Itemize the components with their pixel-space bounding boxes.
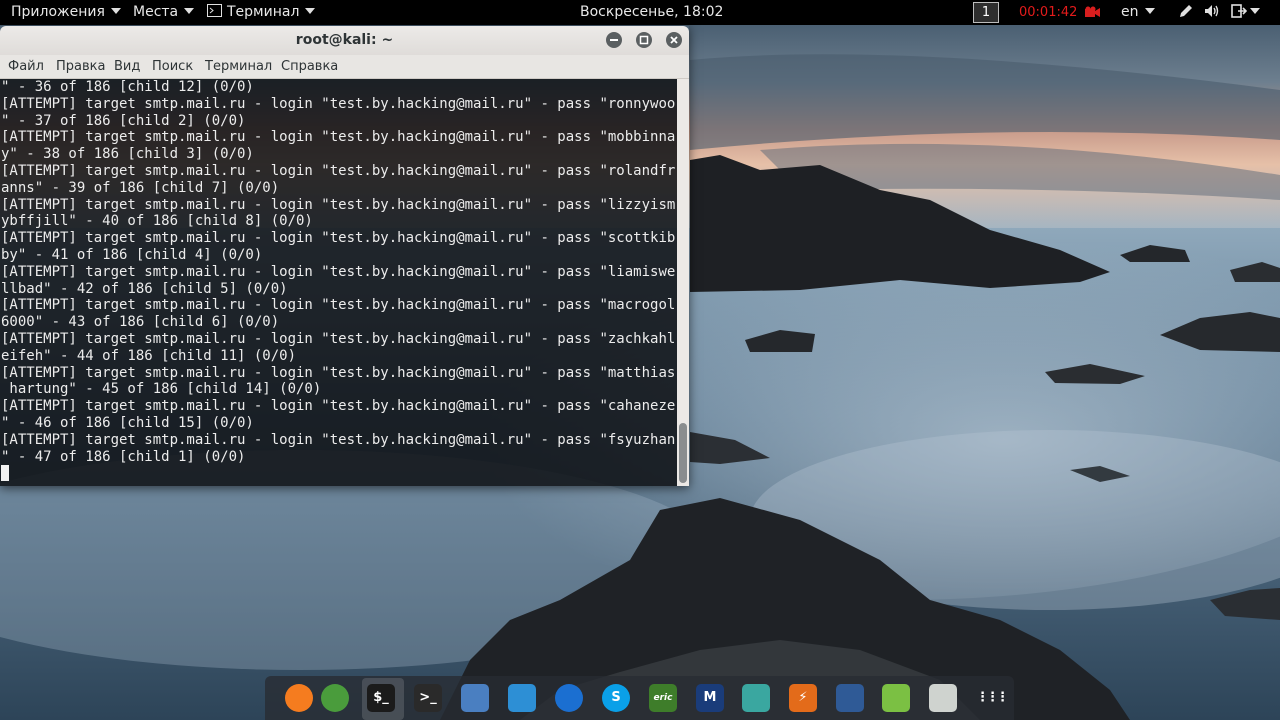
chevron-down-icon — [110, 8, 121, 14]
minimize-button[interactable] — [606, 32, 622, 48]
terminal-line: y" - 38 of 186 [child 3] (0/0) — [1, 146, 254, 163]
terminal-line: [ATTEMPT] target smtp.mail.ru - login "t… — [1, 364, 676, 381]
firefox-icon[interactable] — [285, 684, 313, 712]
files-icon[interactable] — [461, 684, 489, 712]
terminal-app-menu[interactable]: Терминал — [207, 0, 316, 25]
armitage-icon[interactable] — [742, 684, 770, 712]
eric-ide-icon[interactable]: eric — [649, 684, 677, 712]
close-button[interactable] — [666, 32, 682, 48]
places-label: Места — [133, 4, 179, 20]
terminal-titlebar[interactable]: root@kali: ~ — [0, 26, 689, 55]
places-menu[interactable]: Места — [133, 0, 195, 25]
terminal-line: " - 37 of 186 [child 2] (0/0) — [1, 112, 246, 129]
chevron-down-icon — [184, 8, 195, 14]
pen-icon — [1180, 4, 1192, 17]
chevron-down-icon — [1250, 8, 1260, 14]
applications-menu[interactable]: Приложения — [11, 0, 121, 25]
terminal-small-icon — [207, 4, 222, 17]
scrollbar-thumb[interactable] — [679, 423, 687, 483]
terminal-line: [ATTEMPT] target smtp.mail.ru - login "t… — [1, 398, 676, 415]
terminal-scrollbar[interactable] — [677, 79, 689, 486]
window-title: root@kali: ~ — [295, 32, 394, 48]
volume-icon — [1205, 4, 1219, 17]
clock[interactable]: Воскресенье, 18:02 — [580, 0, 723, 25]
recording-timer: 00:01:42 — [1019, 5, 1078, 20]
terminal-line: [ATTEMPT] target smtp.mail.ru - login "t… — [1, 297, 676, 314]
terminal-line: " - 36 of 186 [child 12] (0/0) — [1, 79, 254, 95]
terminal-line: by" - 41 of 186 [child 4] (0/0) — [1, 246, 263, 263]
terminal-cursor — [1, 465, 9, 482]
annotation-tool[interactable] — [1178, 0, 1194, 25]
menu-terminal[interactable]: Терминал — [205, 55, 272, 78]
terminal-text: " - 36 of 186 [child 12] (0/0) [ATTEMPT] … — [0, 79, 677, 482]
notes-icon[interactable] — [882, 684, 910, 712]
burpsuite-icon[interactable]: ⚡ — [789, 684, 817, 712]
wireshark-icon[interactable] — [836, 684, 864, 712]
terminal-line: [ATTEMPT] target smtp.mail.ru - login "t… — [1, 431, 676, 448]
system-monitor-icon[interactable] — [508, 684, 536, 712]
top-panel: Приложения Места Терминал Воскресенье, 1… — [0, 0, 1280, 25]
terminal-line: [ATTEMPT] target smtp.mail.ru - login "t… — [1, 230, 676, 247]
menu-edit[interactable]: Правка — [56, 55, 105, 78]
terminal-line: [ATTEMPT] target smtp.mail.ru - login "t… — [1, 129, 676, 146]
maximize-icon — [639, 35, 649, 45]
terminal-icon[interactable]: $_ — [367, 684, 395, 712]
menu-help[interactable]: Справка — [281, 55, 338, 78]
terminal-output[interactable]: " - 36 of 186 [child 12] (0/0) [ATTEMPT] … — [0, 79, 677, 486]
terminal-line: [ATTEMPT] target smtp.mail.ru - login "t… — [1, 263, 676, 280]
show-apps-icon[interactable]: ⋮⋮⋮ — [976, 684, 1009, 712]
terminal-line: " - 46 of 186 [child 15] (0/0) — [1, 414, 254, 431]
terminal-menu-label: Терминал — [227, 4, 300, 20]
terminal-line: 6000" - 43 of 186 [child 6] (0/0) — [1, 314, 280, 331]
terminal-line: eifeh" - 44 of 186 [child 11] (0/0) — [1, 347, 297, 364]
minimize-icon — [610, 39, 618, 41]
terminal-window[interactable]: root@kali: ~ Файл Правка Вид Поиск Терми… — [0, 26, 689, 486]
volume-control[interactable] — [1204, 0, 1220, 25]
metasploit-icon[interactable]: M — [696, 684, 724, 712]
applications-label: Приложения — [11, 4, 105, 20]
terminal-line: anns" - 39 of 186 [child 7] (0/0) — [1, 179, 280, 196]
menu-view[interactable]: Вид — [114, 55, 140, 78]
teamviewer-icon[interactable] — [555, 684, 583, 712]
terminal-line: hartung" - 45 of 186 [child 14] (0/0) — [1, 381, 322, 398]
terminal-line: llbad" - 42 of 186 [child 5] (0/0) — [1, 280, 288, 297]
record-icon — [1084, 6, 1100, 17]
close-icon — [670, 36, 678, 44]
power-icon — [1231, 3, 1248, 18]
terminal-prompt-line — [1, 465, 677, 482]
chevron-down-icon — [305, 8, 316, 14]
system-menu[interactable] — [1231, 0, 1260, 25]
skype-beta-icon[interactable]: S — [602, 684, 630, 712]
maltego-icon[interactable] — [321, 684, 349, 712]
terminal-line: [ATTEMPT] target smtp.mail.ru - login "t… — [1, 196, 676, 213]
recording-indicator[interactable]: 00:01:42 — [1019, 0, 1101, 25]
terminal-line: [ATTEMPT] target smtp.mail.ru - login "t… — [1, 330, 676, 347]
keyboard-layout-menu[interactable]: en — [1121, 0, 1155, 25]
dock: $_ >_ Seric M ⚡ ⋮⋮⋮ — [265, 676, 1014, 720]
menu-file[interactable]: Файл — [8, 55, 44, 78]
terminal-menubar: Файл Правка Вид Поиск Терминал Справка — [0, 55, 689, 79]
terminal-root-icon[interactable]: >_ — [414, 684, 442, 712]
language-label: en — [1121, 4, 1139, 20]
menu-search[interactable]: Поиск — [152, 55, 193, 78]
terminal-line: " - 47 of 186 [child 1] (0/0) — [1, 448, 246, 465]
terminal-line: [ATTEMPT] target smtp.mail.ru - login "t… — [1, 162, 676, 179]
terminal-line: [ATTEMPT] target smtp.mail.ru - login "t… — [1, 95, 676, 112]
terminal-line: ybffjill" - 40 of 186 [child 8] (0/0) — [1, 213, 313, 230]
workspace-indicator[interactable]: 1 — [973, 2, 999, 23]
chevron-down-icon — [1144, 8, 1155, 14]
maximize-button[interactable] — [636, 32, 652, 48]
keyboard-icon[interactable] — [929, 684, 957, 712]
